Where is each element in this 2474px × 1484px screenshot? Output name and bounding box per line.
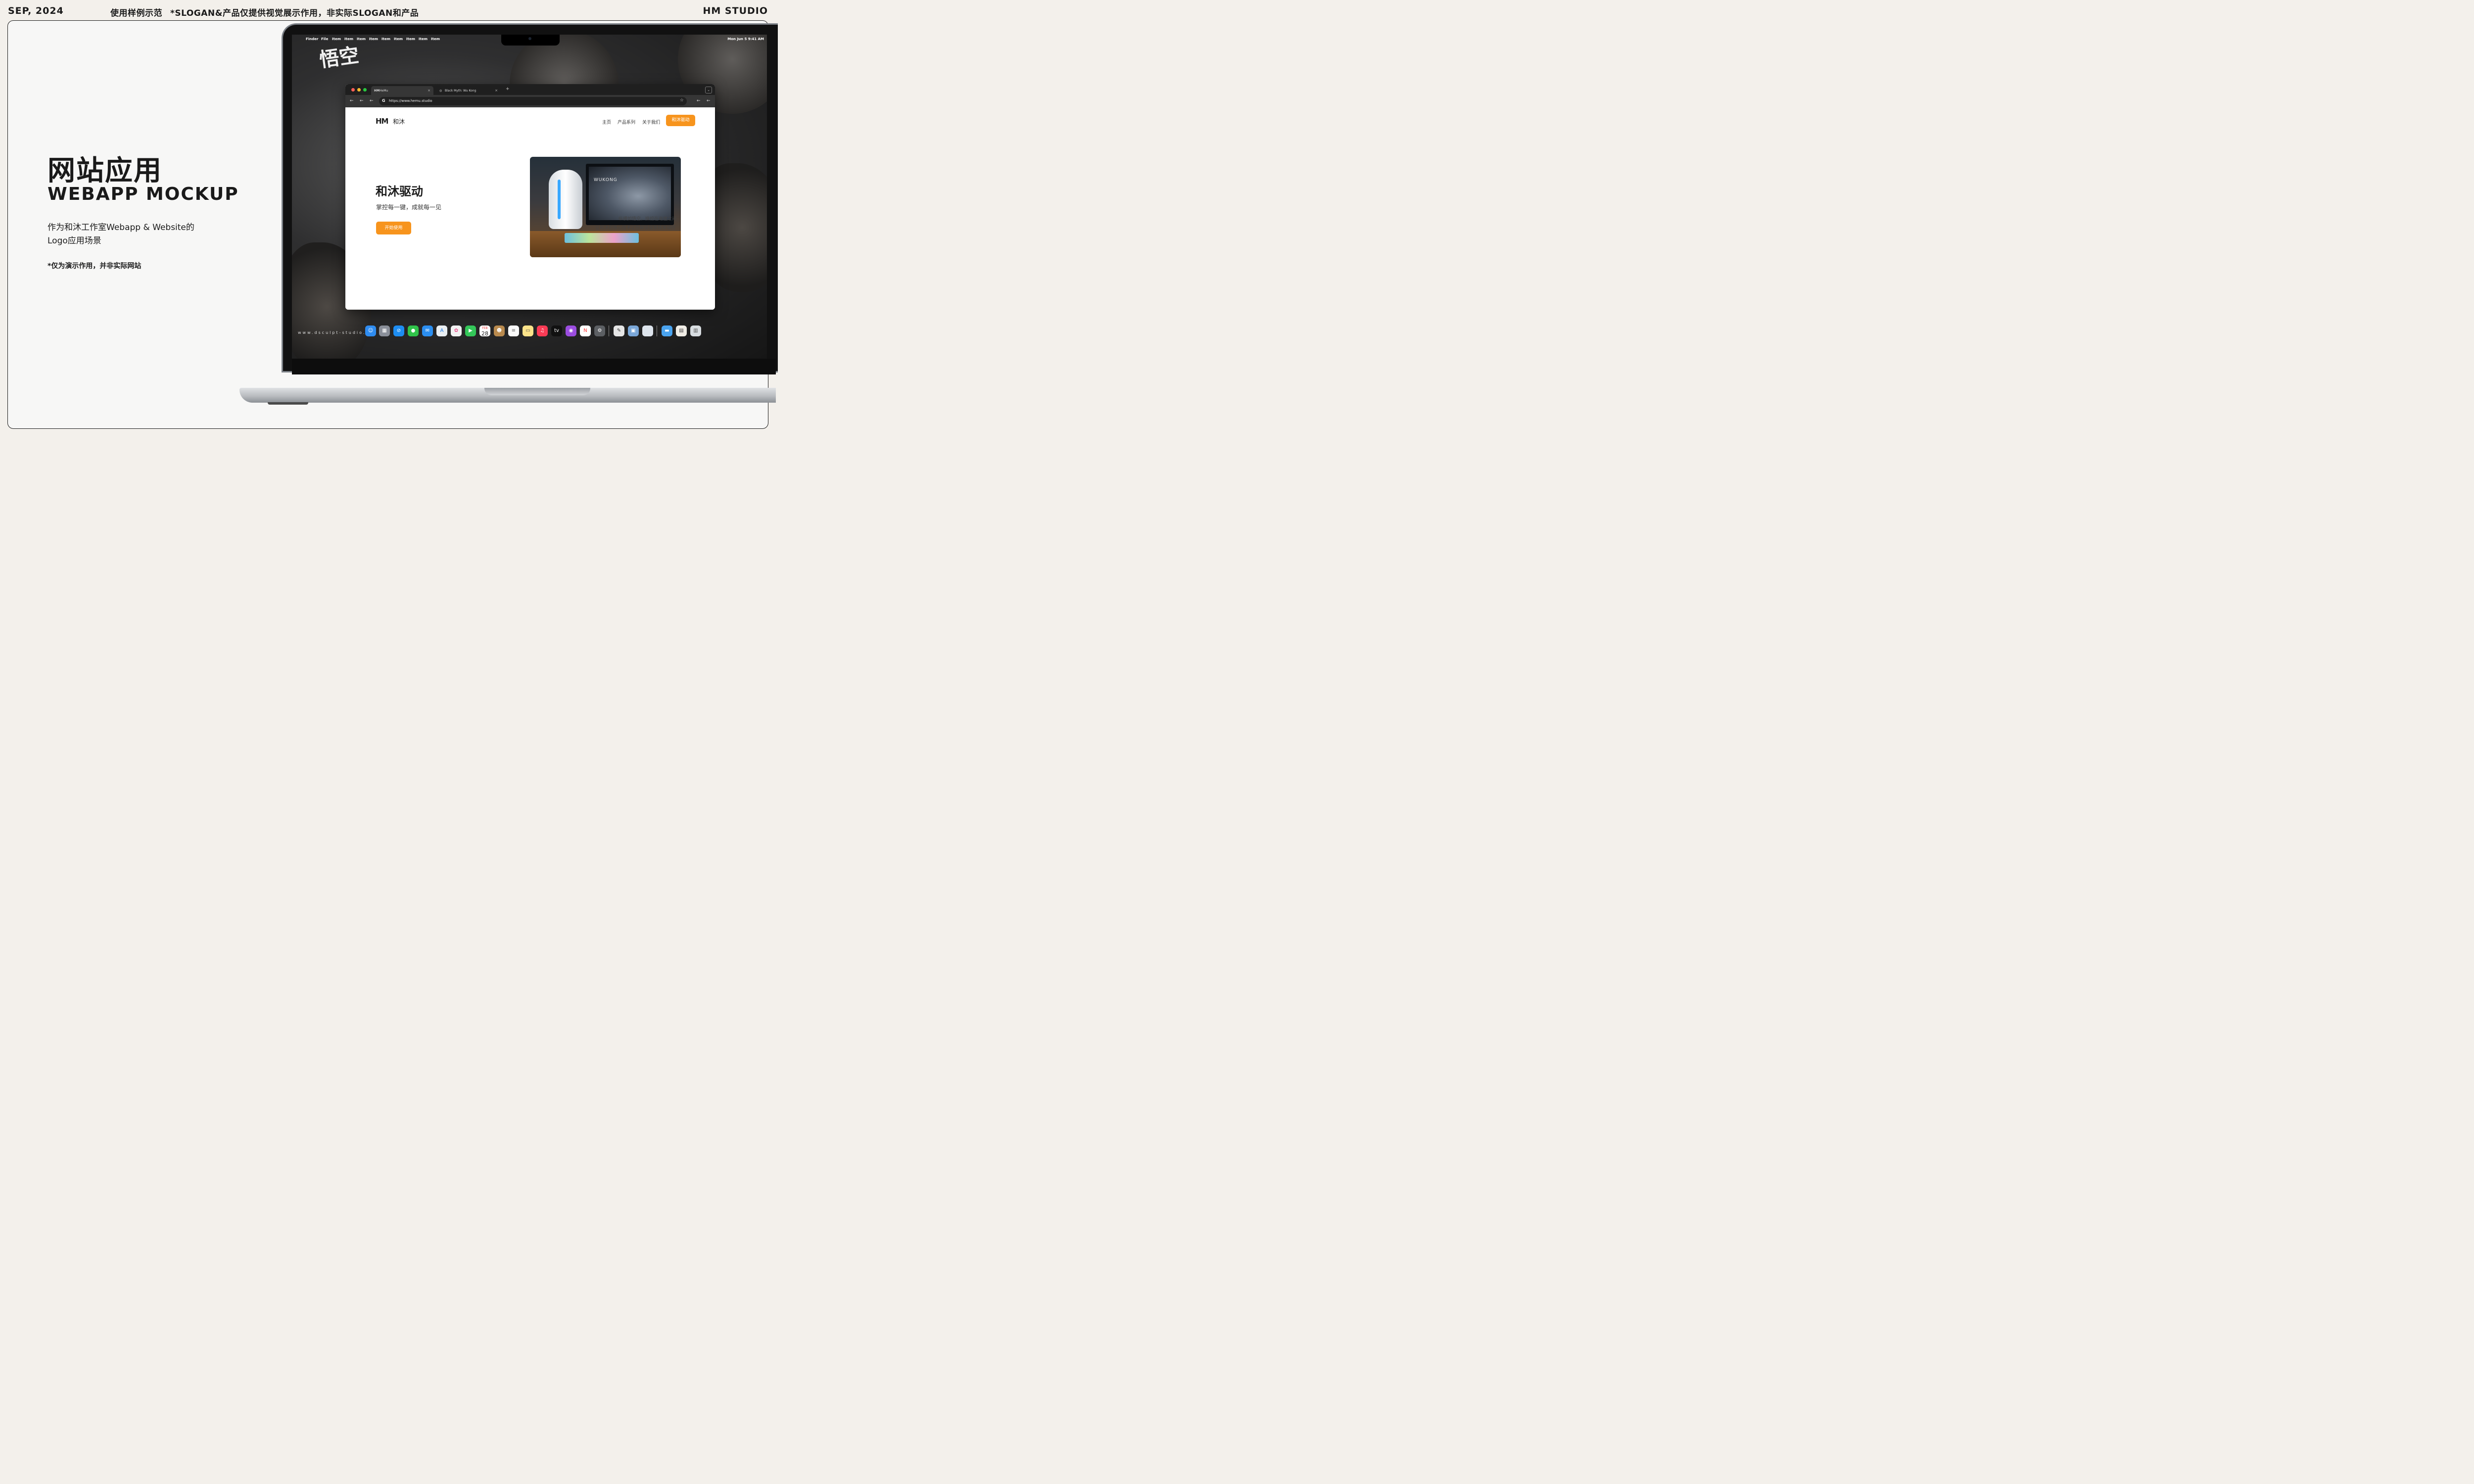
top-bar: SEP, 2024 使用样例示范 *SLOGAN&产品仅提供视觉展示作用，非实际S… <box>0 0 776 21</box>
camera-notch <box>501 35 560 46</box>
hm-logo[interactable]: HM <box>376 117 389 126</box>
bookmark-star-icon[interactable]: ☆ <box>680 98 684 103</box>
caption-line-1: 纵横如悟空，操控在毫厘之间 <box>618 217 676 222</box>
photo-pc-light <box>558 180 561 219</box>
maximize-window-button[interactable] <box>363 88 367 92</box>
back-arrow-icon[interactable]: ← <box>370 98 374 103</box>
nav-about[interactable]: 关于我们 <box>642 119 660 125</box>
system-settings-icon[interactable]: ⚙ <box>594 325 605 336</box>
menu-item[interactable]: Item <box>394 37 403 41</box>
browser-toolbar: ← ← ← G https://www.hemu.studio ☆ ← ← <box>345 95 715 107</box>
laptop-hinge-notch <box>484 388 590 395</box>
minimize-window-button[interactable] <box>357 88 361 92</box>
footnote: *仅为演示作用，并非实际网站 <box>48 262 142 270</box>
photo-pc-case <box>549 170 582 229</box>
menubar-clock[interactable]: Mon Jun 5 9:41 AM <box>727 37 764 41</box>
document-icon[interactable]: ▤ <box>676 325 687 336</box>
address-bar[interactable]: G https://www.hemu.studio ☆ <box>379 97 687 105</box>
calendar-icon[interactable]: FEB 28 <box>479 325 490 336</box>
menu-item[interactable]: Item <box>406 37 415 41</box>
calendar-month: FEB <box>482 326 488 330</box>
photos-icon[interactable]: ✿ <box>451 325 462 336</box>
back-arrow-icon[interactable]: ← <box>697 98 701 103</box>
photo-monitor-screen: WUKONG <box>589 167 671 220</box>
mail-icon[interactable]: ✉ <box>422 325 433 336</box>
url-text: https://www.hemu.studio <box>389 99 432 103</box>
facetime-icon[interactable]: ▶ <box>465 325 476 336</box>
usage-note: 使用样例示范 *SLOGAN&产品仅提供视觉展示作用，非实际SLOGAN和产品 <box>110 6 427 18</box>
textedit-icon[interactable]: ✎ <box>614 325 624 336</box>
laptop-foot <box>268 402 308 405</box>
title-en: WEBAPP MOCKUP <box>48 184 239 204</box>
disclaimer: *SLOGAN&产品仅提供视觉展示作用，非实际SLOGAN和产品 <box>170 8 419 18</box>
back-arrow-icon[interactable]: ← <box>360 98 364 103</box>
chevron-down-icon[interactable]: ⌄ <box>705 87 712 93</box>
hero-subtitle: 掌控每一键，成就每一见 <box>376 204 442 211</box>
camera-icon <box>528 37 531 40</box>
window-icon[interactable] <box>642 325 653 336</box>
close-tab-icon[interactable]: × <box>495 89 498 93</box>
finder-icon[interactable]: ☺ <box>365 325 376 336</box>
logo-text[interactable]: 和沐 <box>393 117 405 126</box>
laptop-screen: 悟空 Finder File Item Item Item Item Item … <box>292 35 767 359</box>
menu-item[interactable]: Item <box>431 37 440 41</box>
reminders-icon[interactable]: ≡ <box>508 325 519 336</box>
menu-item[interactable]: Item <box>381 37 390 41</box>
product-photo: WUKONG <box>530 157 681 257</box>
macos-dock: ☺ ▦ ⊘ ● ✉ A ✿ ▶ FEB 28 ☻ ≡ ▭ ♫ tv ◉ N ⚙ … <box>359 322 703 341</box>
tab-label: Black Myth: Wu Kong <box>445 89 476 93</box>
back-arrow-icon[interactable]: ← <box>707 98 711 103</box>
nav-products[interactable]: 产品系列 <box>618 119 635 125</box>
website-page: HM 和沐 主页 产品系列 关于我们 和沐驱动 和沐驱动 掌控每一键，成就每一见… <box>345 107 715 310</box>
date-label: SEP, 2024 <box>8 5 64 16</box>
menu-finder[interactable]: Finder <box>306 37 318 41</box>
close-tab-icon[interactable]: × <box>428 89 430 93</box>
contacts-icon[interactable]: ☻ <box>494 325 505 336</box>
laptop-bezel-bottom <box>292 359 776 374</box>
photo-screen-text: WUKONG <box>594 178 618 183</box>
tab-label: HeMu <box>380 89 388 93</box>
folder-icon[interactable]: ▬ <box>662 325 672 336</box>
cta-button[interactable]: 和沐驱动 <box>666 115 695 126</box>
studio-name: HM STUDIO <box>703 5 768 16</box>
start-button[interactable]: 开始使用 <box>376 222 411 234</box>
title-cn: 网站应用 <box>48 155 162 187</box>
podcasts-icon[interactable]: ◉ <box>566 325 576 336</box>
close-window-button[interactable] <box>351 88 355 92</box>
menu-item[interactable]: Item <box>357 37 366 41</box>
preview-icon[interactable]: ▣ <box>628 325 639 336</box>
trash-icon[interactable]: ▥ <box>690 325 701 336</box>
game-favicon-icon: ◎ <box>439 89 442 93</box>
tab-black-myth[interactable]: ◎ Black Myth: Wu Kong × <box>436 86 501 95</box>
launchpad-icon[interactable]: ▦ <box>379 325 390 336</box>
music-icon[interactable]: ♫ <box>537 325 548 336</box>
messages-icon[interactable]: ● <box>408 325 419 336</box>
nav-home[interactable]: 主页 <box>602 119 611 125</box>
menu-file[interactable]: File <box>321 37 328 41</box>
apple-tv-icon[interactable]: tv <box>551 325 562 336</box>
menu-item[interactable]: Item <box>344 37 353 41</box>
menu-item[interactable]: Item <box>369 37 378 41</box>
usage-title: 使用样例示范 <box>110 8 162 18</box>
browser-window: HM HeMu × ◎ Black Myth: Wu Kong × + ⌄ ← … <box>345 84 715 310</box>
news-icon[interactable]: N <box>580 325 591 336</box>
hemu-favicon-icon: HM <box>374 89 380 93</box>
description: 作为和沐工作室Webapp & Website的Logo应用场景 <box>48 223 194 246</box>
caption-line-2: 让和沐的核心技术让你解锁极致精准操控 <box>595 226 675 231</box>
browser-tab-bar: HM HeMu × ◎ Black Myth: Wu Kong × + ⌄ <box>345 84 715 95</box>
menu-item[interactable]: Item <box>419 37 428 41</box>
tab-hemu[interactable]: HM HeMu × <box>371 86 433 95</box>
wallpaper-calligraphy: 悟空 <box>318 43 361 72</box>
new-tab-button[interactable]: + <box>506 87 510 92</box>
back-arrow-icon[interactable]: ← <box>350 98 354 103</box>
hero-title: 和沐驱动 <box>376 185 423 198</box>
calendar-day: 28 <box>481 330 488 337</box>
notes-icon[interactable]: ▭ <box>523 325 533 336</box>
photo-keyboard <box>565 233 639 243</box>
menu-item[interactable]: Item <box>332 37 341 41</box>
safari-icon[interactable]: ⊘ <box>393 325 404 336</box>
maps-icon[interactable]: A <box>436 325 447 336</box>
google-icon: G <box>382 98 385 103</box>
wallpaper-watermark: www.dsculpt-studio. <box>298 330 366 335</box>
